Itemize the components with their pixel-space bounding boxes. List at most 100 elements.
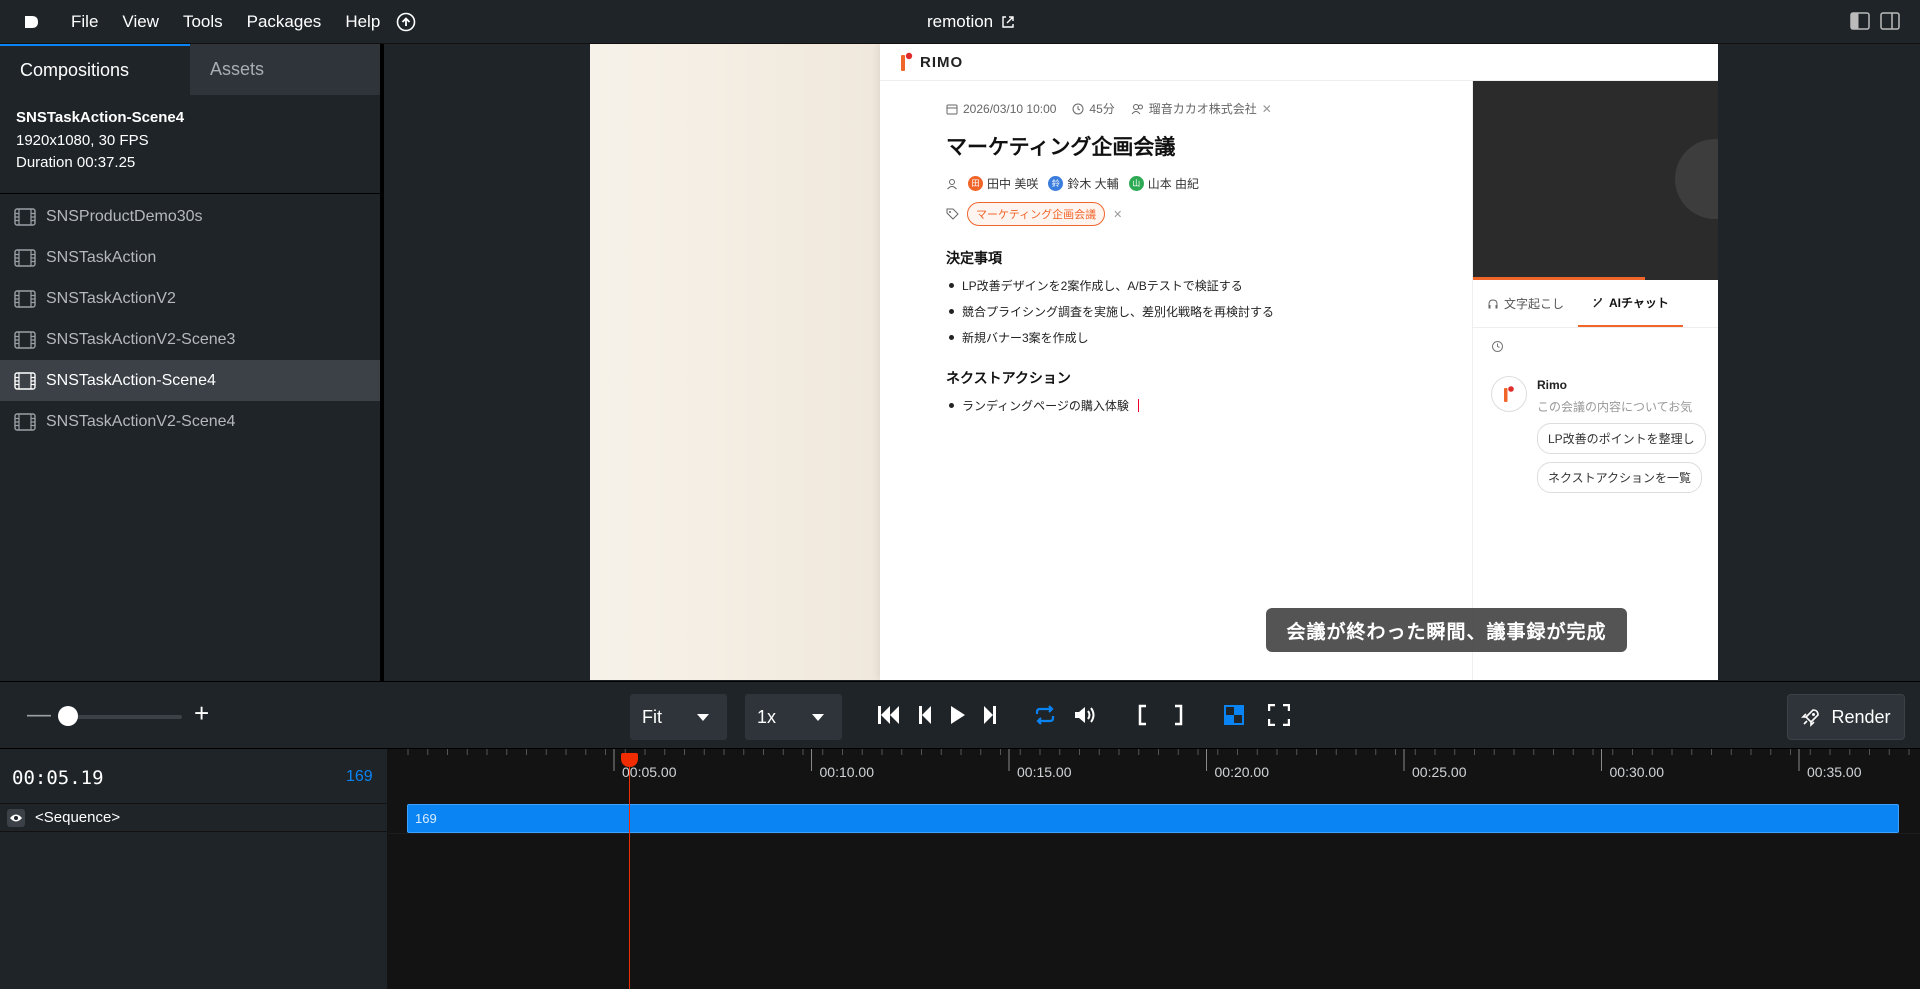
- bracket-left-icon: [1138, 704, 1146, 726]
- zoom-select[interactable]: Fit: [630, 694, 727, 740]
- tab-transcript[interactable]: 文字起こし: [1473, 280, 1578, 327]
- avatar: 山: [1128, 176, 1144, 191]
- headphones-icon: [1488, 298, 1498, 308]
- composition-item[interactable]: SNSProductDemo30s: [0, 196, 380, 237]
- render-button-label: Render: [1831, 706, 1891, 727]
- suggestion-chip[interactable]: LP改善のポイントを整理し: [1537, 423, 1706, 454]
- menu-view[interactable]: View: [122, 12, 159, 32]
- next-action-text: ランディングページの購入体験: [962, 399, 1129, 413]
- participant: 山 山本 由紀: [1128, 175, 1199, 192]
- menu-packages[interactable]: Packages: [247, 12, 322, 32]
- rimo-logo: RIMO: [900, 52, 963, 72]
- volume-icon: [1075, 707, 1095, 723]
- menu-help[interactable]: Help: [345, 12, 380, 32]
- jump-to-start-button[interactable]: [877, 704, 901, 726]
- in-point-button[interactable]: [1138, 704, 1148, 726]
- layout-toggles: [1850, 12, 1900, 30]
- composition-list: SNSProductDemo30s SNSTaskAction SNSTaskA…: [0, 196, 380, 442]
- sequence-bar-label: 169: [415, 811, 437, 826]
- composition-item-label: SNSTaskAction-Scene4: [46, 371, 216, 389]
- video-preview[interactable]: RIMO 2026/03/10 10:00 45分 瑠音カカオ株式会社 ✕ マー…: [590, 44, 1718, 680]
- remotion-logo-icon[interactable]: [19, 10, 43, 34]
- upgrade-icon[interactable]: [396, 12, 416, 32]
- step-back-icon: [919, 706, 931, 724]
- rimo-app-card: RIMO 2026/03/10 10:00 45分 瑠音カカオ株式会社 ✕ マー…: [880, 44, 1718, 680]
- render-button[interactable]: Render: [1787, 694, 1905, 740]
- composition-item-selected[interactable]: SNSTaskAction-Scene4: [0, 360, 380, 401]
- menu-tools[interactable]: Tools: [183, 12, 223, 32]
- meeting-length: 45分: [1072, 100, 1115, 117]
- history-icon[interactable]: [1491, 340, 1718, 356]
- panel-tabs: 文字起こし AIチャット: [1473, 280, 1718, 328]
- chat-sender: Rimo: [1537, 378, 1567, 392]
- zoom-slider[interactable]: [62, 715, 182, 719]
- avatar: 鈴: [1048, 176, 1064, 191]
- loop-toggle[interactable]: [1033, 704, 1057, 726]
- speed-select[interactable]: 1x: [745, 694, 842, 740]
- composition-item[interactable]: SNSTaskActionV2-Scene3: [0, 319, 380, 360]
- participant: 田 田中 美咲: [968, 175, 1038, 192]
- zoom-select-value: Fit: [642, 706, 662, 727]
- meeting-title: マーケティング企画会議: [946, 136, 1176, 159]
- ruler-tick-label: 00:25.00: [1412, 764, 1467, 780]
- mute-button[interactable]: [1073, 704, 1097, 726]
- tab-assets[interactable]: Assets: [190, 44, 380, 95]
- composition-item[interactable]: SNSTaskAction: [0, 237, 380, 278]
- menu-file[interactable]: File: [71, 12, 98, 32]
- participant-name: 田中 美咲: [987, 177, 1039, 191]
- current-time: 00:05.19: [12, 767, 104, 789]
- play-button[interactable]: [949, 704, 966, 726]
- clock-icon: [1072, 103, 1084, 114]
- meeting-date-text: 2026/03/10 10:00: [963, 101, 1057, 116]
- tab-ai-chat[interactable]: AIチャット: [1578, 280, 1683, 327]
- participant-name: 鈴木 大輔: [1067, 177, 1119, 191]
- next-action-item: ランディングページの購入体験: [946, 397, 1466, 414]
- suggestion-chip[interactable]: ネクストアクションを一覧: [1537, 462, 1703, 493]
- zoom-slider-thumb[interactable]: [58, 706, 78, 726]
- avatar: 田: [968, 176, 983, 191]
- meeting-date: 2026/03/10 10:00: [946, 102, 1056, 116]
- caption-overlay: 会議が終わった瞬間、議事録が完成: [1266, 608, 1627, 652]
- preview-background: [590, 44, 880, 680]
- composition-name: SNSTaskAction-Scene4: [16, 109, 185, 126]
- app-title[interactable]: remotion: [927, 12, 1015, 32]
- track-divider: [388, 833, 1920, 834]
- zoom-in-button[interactable]: +: [194, 698, 209, 729]
- participants: 田 田中 美咲 鈴 鈴木 大輔 山 山本 由紀: [946, 175, 1466, 192]
- fullscreen-button[interactable]: [1268, 704, 1290, 726]
- tab-compositions[interactable]: Compositions: [0, 44, 190, 95]
- ruler-tick-label: 00:15.00: [1017, 764, 1072, 780]
- rimo-header: RIMO: [880, 44, 1718, 81]
- meeting-tag[interactable]: マーケティング企画会議: [967, 202, 1106, 226]
- tag-row: マーケティング企画会議 ✕: [946, 202, 1466, 226]
- sequence-bar[interactable]: 169: [407, 804, 1899, 833]
- tag-icon: [946, 208, 959, 220]
- next-frame-button[interactable]: [983, 704, 997, 726]
- timeline-track-list: 00:05.19 169 <Sequence>: [0, 749, 387, 989]
- composition-item[interactable]: SNSTaskActionV2: [0, 278, 380, 319]
- toggle-right-panel-icon[interactable]: [1880, 12, 1900, 30]
- composition-item[interactable]: SNSTaskActionV2-Scene4: [0, 401, 380, 442]
- rimo-side-panel: 文字起こし AIチャット Rimo この会議の内容についてお気 LP改善のポイン…: [1472, 81, 1718, 680]
- app-title-text: remotion: [927, 12, 994, 31]
- track-row[interactable]: <Sequence>: [0, 803, 387, 832]
- rimo-logo-text: RIMO: [920, 53, 964, 71]
- zoom-out-button[interactable]: —: [27, 701, 51, 729]
- film-icon: [14, 412, 36, 431]
- close-icon[interactable]: ✕: [1113, 208, 1122, 221]
- track-label: <Sequence>: [35, 809, 121, 826]
- step-forward-icon: [984, 706, 996, 724]
- checkerboard-toggle[interactable]: [1223, 704, 1245, 726]
- film-icon: [14, 371, 36, 390]
- meeting-video: [1473, 81, 1718, 280]
- film-icon: [14, 207, 36, 226]
- toggle-left-panel-icon[interactable]: [1850, 12, 1870, 30]
- out-point-button[interactable]: [1173, 704, 1183, 726]
- ruler-tick-label: 00:10.00: [819, 764, 875, 780]
- magic-wand-icon: [1593, 297, 1603, 307]
- previous-frame-button[interactable]: [918, 704, 932, 726]
- close-icon[interactable]: ✕: [1262, 102, 1272, 116]
- decision-item: LP改善デザインを2案作成し、A/Bテストで検証する: [946, 277, 1466, 294]
- eye-icon[interactable]: [7, 808, 25, 827]
- participant: 鈴 鈴木 大輔: [1048, 175, 1119, 192]
